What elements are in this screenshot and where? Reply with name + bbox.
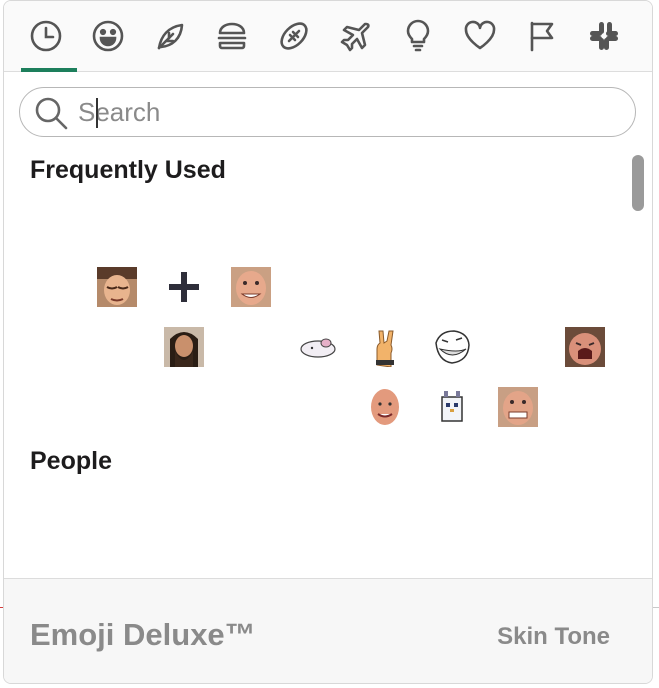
burger-icon	[217, 22, 247, 50]
background-divider	[653, 607, 659, 608]
picker-footer: Emoji Deluxe™ Skin Tone	[4, 578, 652, 683]
emoji-list-scrollbar[interactable]	[630, 151, 644, 571]
sleeping-creature-custom-emoji[interactable]	[298, 327, 338, 367]
grimacing-man-custom-emoji[interactable]	[498, 387, 538, 427]
scrollbar-thumb[interactable]	[632, 155, 644, 211]
section-title-frequently-used: Frequently Used	[30, 156, 226, 184]
tab-slack[interactable]	[573, 1, 635, 71]
emoji-picker: Frequently Used	[3, 0, 653, 684]
bearded-man-custom-emoji[interactable]	[164, 327, 204, 367]
airplane-icon	[340, 22, 370, 52]
smiley-icon	[92, 20, 124, 52]
trollface-custom-emoji[interactable]	[432, 327, 472, 367]
tab-objects[interactable]	[387, 1, 449, 71]
tab-recent[interactable]	[15, 1, 77, 72]
tab-activity[interactable]	[263, 1, 325, 71]
sleeping-man-custom-emoji[interactable]	[97, 267, 137, 307]
leaf-icon	[157, 23, 184, 50]
tab-symbols[interactable]	[449, 1, 511, 71]
tab-travel[interactable]	[325, 1, 387, 71]
slack-logo-icon	[590, 22, 618, 50]
football-icon	[280, 22, 308, 50]
skin-tone-button[interactable]: Skin Tone	[497, 623, 610, 651]
section-title-people: People	[30, 447, 112, 475]
search-icon	[35, 97, 68, 130]
tab-flags[interactable]	[511, 1, 573, 71]
bald-man-custom-emoji[interactable]	[365, 387, 405, 427]
grinning-man-custom-emoji[interactable]	[231, 267, 271, 307]
tab-nature[interactable]	[139, 1, 201, 71]
pixel-bird-custom-emoji[interactable]	[432, 387, 472, 427]
heart-icon	[464, 20, 496, 50]
search-input[interactable]	[78, 94, 598, 130]
search-box	[19, 87, 636, 137]
shouting-man-custom-emoji[interactable]	[565, 327, 605, 367]
text-cursor	[96, 98, 98, 128]
emoji-preview-title: Emoji Deluxe™	[30, 617, 256, 652]
tab-food[interactable]	[201, 1, 263, 71]
lightbulb-icon	[406, 19, 430, 52]
tab-smileys[interactable]	[77, 1, 139, 71]
flag-icon	[530, 21, 554, 52]
heavy-plus-sign-emoji[interactable]	[164, 267, 204, 307]
category-tabs	[4, 1, 652, 72]
sign-of-the-horns-emoji[interactable]	[365, 327, 405, 367]
clock-icon	[30, 20, 62, 52]
